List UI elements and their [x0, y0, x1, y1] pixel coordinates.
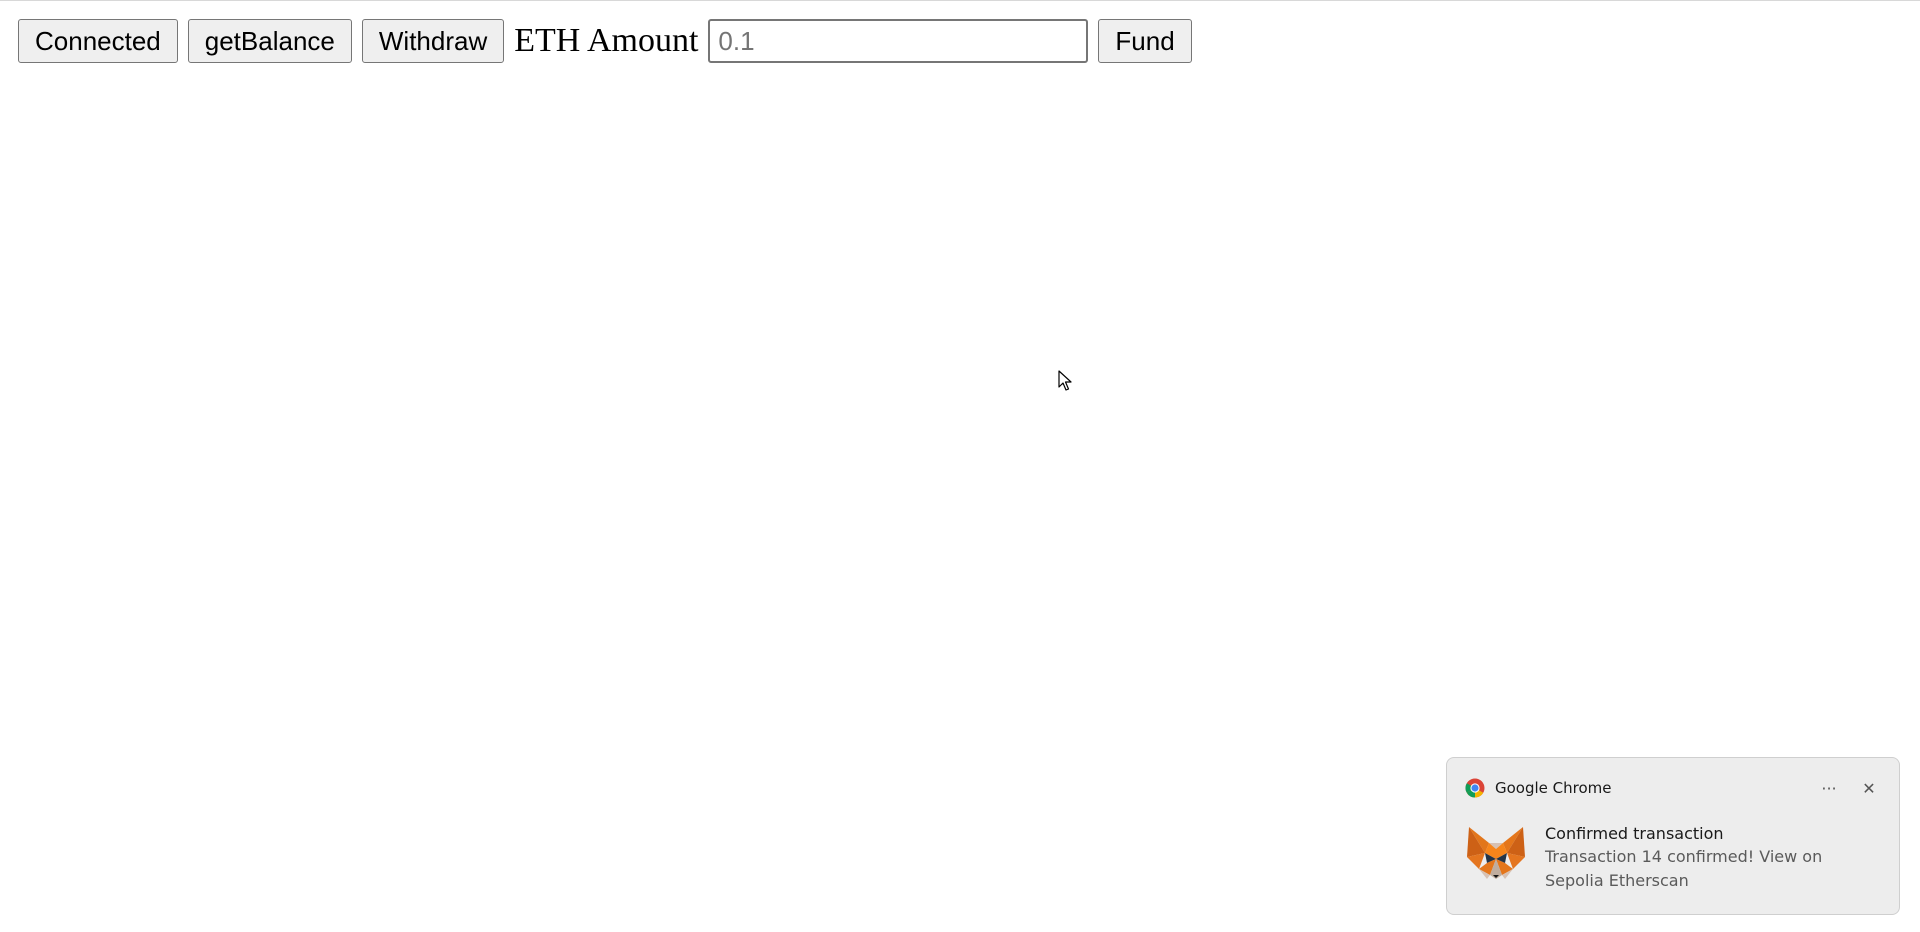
connect-button[interactable]: Connected — [18, 19, 178, 63]
get-balance-button[interactable]: getBalance — [187, 19, 352, 63]
eth-amount-label: ETH Amount — [514, 22, 699, 59]
notification-body: Confirmed transaction Transaction 14 con… — [1465, 823, 1885, 893]
chrome-icon — [1465, 778, 1485, 798]
mouse-cursor-icon — [1058, 370, 1072, 391]
top-border — [0, 0, 1920, 1]
chrome-notification-toast[interactable]: Google Chrome ··· ✕ Confirmed transactio… — [1446, 757, 1900, 915]
eth-amount-input[interactable] — [708, 19, 1089, 63]
withdraw-button[interactable]: Withdraw — [361, 19, 505, 63]
notification-text: Confirmed transaction Transaction 14 con… — [1545, 823, 1885, 893]
metamask-fox-icon — [1467, 827, 1525, 879]
notification-message[interactable]: Transaction 14 confirmed! View on Sepoli… — [1545, 845, 1885, 893]
close-icon[interactable]: ✕ — [1853, 776, 1885, 800]
notification-title: Confirmed transaction — [1545, 824, 1724, 843]
toolbar: Connected getBalance Withdraw ETH Amount… — [18, 19, 1192, 63]
notification-header: Google Chrome ··· ✕ — [1465, 776, 1885, 800]
more-options-icon[interactable]: ··· — [1813, 776, 1845, 800]
fund-button[interactable]: Fund — [1098, 19, 1192, 63]
notification-app-name: Google Chrome — [1495, 779, 1612, 797]
